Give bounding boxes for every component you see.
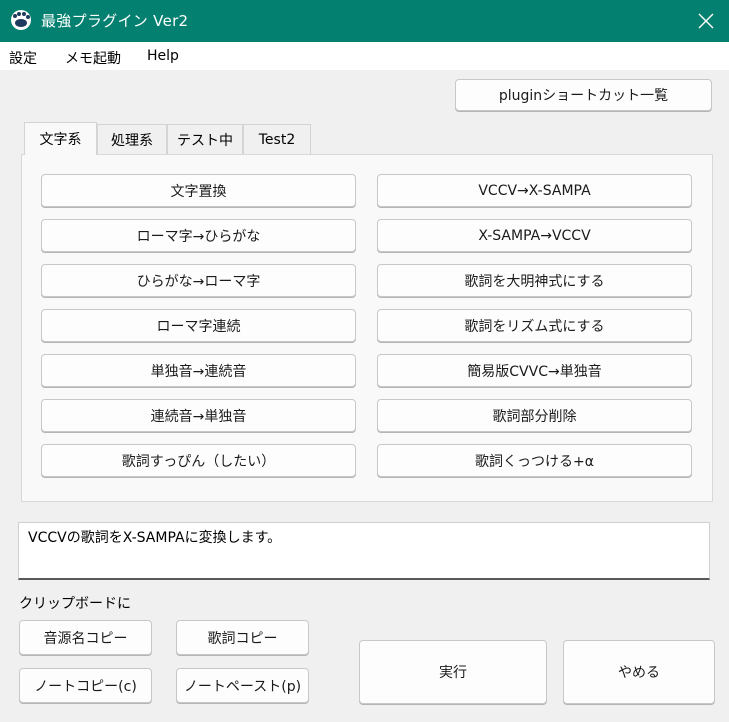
- close-button[interactable]: [683, 0, 729, 42]
- lyrics-join-button[interactable]: 歌詞くっつける+α: [377, 444, 692, 477]
- window-title: 最強プラグイン Ver2: [41, 12, 189, 30]
- xsampa-to-vccv-button[interactable]: X-SAMPA→VCCV: [377, 219, 692, 252]
- lyrics-daimyojin-button[interactable]: 歌詞を大明神式にする: [377, 264, 692, 297]
- tab-testing[interactable]: テスト中: [167, 124, 243, 154]
- hiragana-to-romaji-button[interactable]: ひらがな→ローマ字: [41, 264, 356, 297]
- plugin-shortcut-list-button[interactable]: pluginショートカット一覧: [455, 79, 712, 111]
- romaji-to-hiragana-button[interactable]: ローマ字→ひらがな: [41, 219, 356, 252]
- single-to-continuous-button[interactable]: 単独音→連続音: [41, 354, 356, 387]
- lyrics-plain-button[interactable]: 歌詞すっぴん（したい）: [41, 444, 356, 477]
- menu-help[interactable]: Help: [147, 48, 179, 64]
- continuous-to-single-button[interactable]: 連続音→単独音: [41, 399, 356, 432]
- run-button[interactable]: 実行: [359, 640, 547, 704]
- cancel-button[interactable]: やめる: [563, 640, 715, 704]
- tab-processing[interactable]: 処理系: [97, 124, 167, 154]
- copy-lyrics-button[interactable]: 歌詞コピー: [176, 620, 309, 655]
- clipboard-label: クリップボードに: [19, 596, 131, 612]
- copy-notes-button[interactable]: ノートコピー(c): [19, 668, 152, 703]
- title-bar: 最強プラグイン Ver2: [0, 0, 729, 42]
- menu-memo-launch[interactable]: メモ起動: [65, 48, 121, 68]
- lyrics-rhythm-button[interactable]: 歌詞をリズム式にする: [377, 309, 692, 342]
- close-icon: [698, 13, 714, 29]
- tab-test2[interactable]: Test2: [243, 124, 311, 154]
- paste-notes-button[interactable]: ノートペースト(p): [176, 668, 309, 703]
- paw-icon: [11, 10, 31, 30]
- romaji-continuous-button[interactable]: ローマ字連続: [41, 309, 356, 342]
- menu-bar: 設定 メモ起動 Help: [0, 42, 729, 70]
- tab-text[interactable]: 文字系: [24, 122, 97, 155]
- text-replace-button[interactable]: 文字置換: [41, 174, 356, 207]
- menu-settings[interactable]: 設定: [9, 48, 37, 68]
- description-box: VCCVの歌詞をX-SAMPAに変換します。: [18, 522, 710, 580]
- simple-cvvc-to-single-button[interactable]: 簡易版CVVC→単独音: [377, 354, 692, 387]
- vccv-to-xsampa-button[interactable]: VCCV→X-SAMPA: [377, 174, 692, 207]
- lyrics-partial-delete-button[interactable]: 歌詞部分削除: [377, 399, 692, 432]
- copy-source-name-button[interactable]: 音源名コピー: [19, 620, 152, 655]
